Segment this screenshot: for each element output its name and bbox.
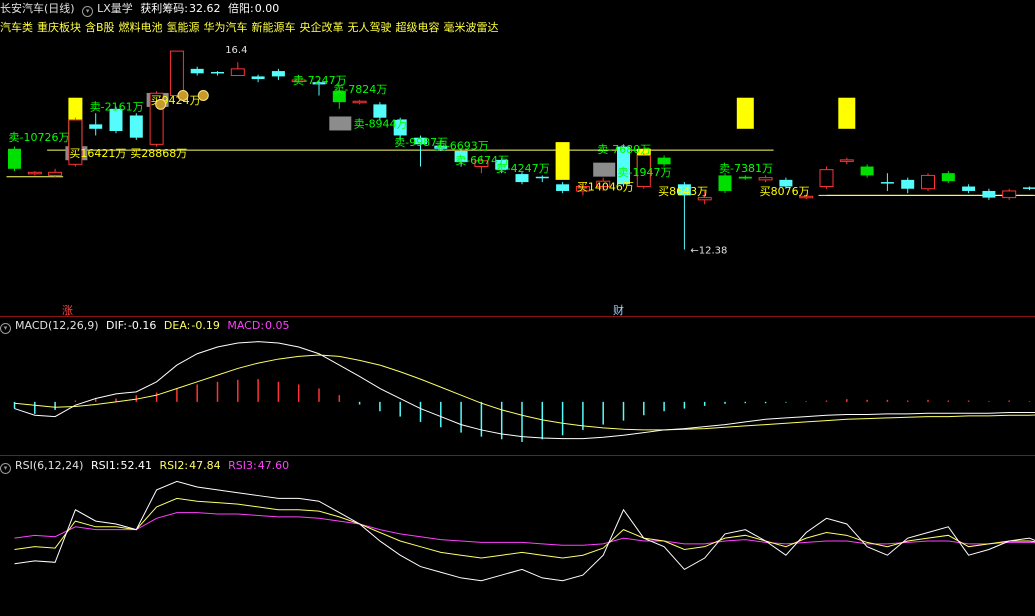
sell-annotation: 卖-6693万 bbox=[435, 140, 489, 153]
signal-box bbox=[329, 116, 352, 131]
sell-annotation: 卖-2161万 bbox=[90, 101, 144, 114]
rsi3-line bbox=[14, 512, 1035, 546]
candle-body bbox=[860, 166, 874, 176]
macd-dif-line bbox=[14, 341, 1035, 440]
candle-body bbox=[48, 171, 63, 176]
buy-annotation: 买8643万 bbox=[658, 185, 708, 198]
buy-annotation: 买28868万 bbox=[130, 147, 187, 160]
candle-body bbox=[880, 182, 894, 184]
candle-body bbox=[535, 176, 549, 179]
money-bag-icon bbox=[177, 90, 189, 101]
candle-body bbox=[657, 157, 671, 165]
low-price-label: ←12.38 bbox=[690, 246, 727, 257]
rsi1-line bbox=[14, 480, 1035, 582]
candle-body bbox=[129, 115, 143, 138]
candle-body bbox=[190, 68, 204, 74]
buy-annotation: 买8076万 bbox=[760, 185, 810, 198]
sell-annotation: 卖-4247万 bbox=[496, 162, 550, 175]
candle-body bbox=[901, 179, 915, 189]
candle-body bbox=[169, 50, 184, 96]
buy-annotation: 买14046万 bbox=[577, 181, 634, 194]
sell-annotation: 卖-7824万 bbox=[333, 83, 387, 96]
candle-body bbox=[8, 148, 21, 169]
candle-body bbox=[982, 190, 996, 198]
signal-bar bbox=[555, 142, 570, 180]
sell-annotation: 卖-1947万 bbox=[618, 166, 672, 179]
candle-body bbox=[839, 159, 854, 162]
sell-annotation: 卖-7381万 bbox=[719, 162, 773, 175]
stock-chart[interactable]: 16.4 ←12.38 卖-10726万 卖-2161万买16421万 买28868万买… bbox=[0, 0, 1035, 616]
sell-annotation: 卖-8944万 bbox=[354, 117, 408, 130]
candle-body bbox=[1002, 190, 1017, 199]
candle-body bbox=[962, 186, 976, 191]
candle-body bbox=[352, 100, 367, 104]
candle-body bbox=[556, 184, 570, 191]
candle-body bbox=[819, 169, 834, 188]
signal-bar bbox=[838, 97, 856, 129]
signal-box bbox=[593, 162, 616, 177]
candle-body bbox=[230, 68, 245, 77]
candle-body bbox=[271, 71, 285, 77]
candle-body bbox=[89, 124, 103, 129]
money-bag-icon bbox=[197, 90, 209, 101]
sell-annotation: 卖-10726万 bbox=[9, 131, 70, 144]
candle-body bbox=[251, 76, 265, 80]
buy-annotation: 买16421万 bbox=[69, 147, 126, 160]
candle-body bbox=[27, 171, 42, 175]
sell-annotation: 卖-7680万 bbox=[597, 143, 651, 156]
candle-body bbox=[1023, 187, 1035, 189]
candle-body bbox=[758, 177, 773, 181]
candle-body bbox=[738, 176, 752, 179]
candle-body bbox=[373, 104, 387, 118]
candle-body bbox=[941, 173, 955, 182]
macd-dea-line bbox=[14, 354, 1035, 431]
candle-body bbox=[718, 175, 732, 191]
candle-body bbox=[515, 174, 529, 183]
candle-body bbox=[921, 174, 935, 190]
signal-bar bbox=[736, 97, 754, 129]
candle-body bbox=[211, 71, 224, 74]
money-bag-icon bbox=[155, 98, 167, 110]
high-price-label: 16.4 bbox=[225, 45, 247, 56]
rsi2-line bbox=[14, 497, 1035, 559]
